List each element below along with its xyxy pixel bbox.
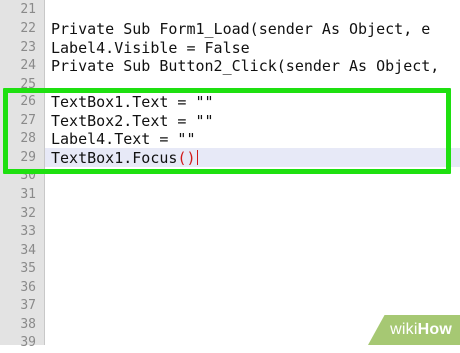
line-number: 38 [20,316,36,332]
line-number: 31 [20,187,36,202]
code-line[interactable]: 37 [0,297,460,316]
line-number: 24 [20,58,36,73]
line-number: 35 [20,261,36,276]
code-line[interactable]: 22 Private Sub Form1_Load(sender As Obje… [0,20,460,39]
wikihow-logo: wikiHow [390,321,452,339]
line-number: 36 [20,279,36,295]
code-line[interactable]: 33 [0,223,460,242]
code-line[interactable]: 32 [0,205,460,224]
wikihow-logo-part1: wiki [390,321,418,338]
code-line[interactable]: 36 [0,279,460,298]
code-line[interactable]: 24 Private Sub Button2_Click(sender As O… [0,57,460,76]
line-number: 32 [20,205,36,221]
line-number: 34 [20,242,36,258]
code-text[interactable]: Private Sub Button2_Click(sender As Obje… [51,57,439,76]
code-line[interactable]: 23 Label4.Visible = False [0,39,460,58]
green-highlight-box [3,88,451,174]
line-number: 39 [20,335,36,350]
line-number: 21 [20,2,36,17]
line-number: 23 [20,39,36,55]
code-line[interactable]: 34 [0,242,460,261]
line-number: 22 [20,21,36,36]
line-number: 33 [20,224,36,239]
wikihow-logo-part2: How [417,321,452,338]
code-line[interactable]: 31 [0,186,460,205]
code-line[interactable]: 35 [0,260,460,279]
code-line[interactable]: 21 [0,1,460,20]
code-text[interactable]: Private Sub Form1_Load(sender As Object,… [51,20,430,39]
line-number: 37 [20,298,36,313]
code-text[interactable]: Label4.Visible = False [51,39,250,58]
